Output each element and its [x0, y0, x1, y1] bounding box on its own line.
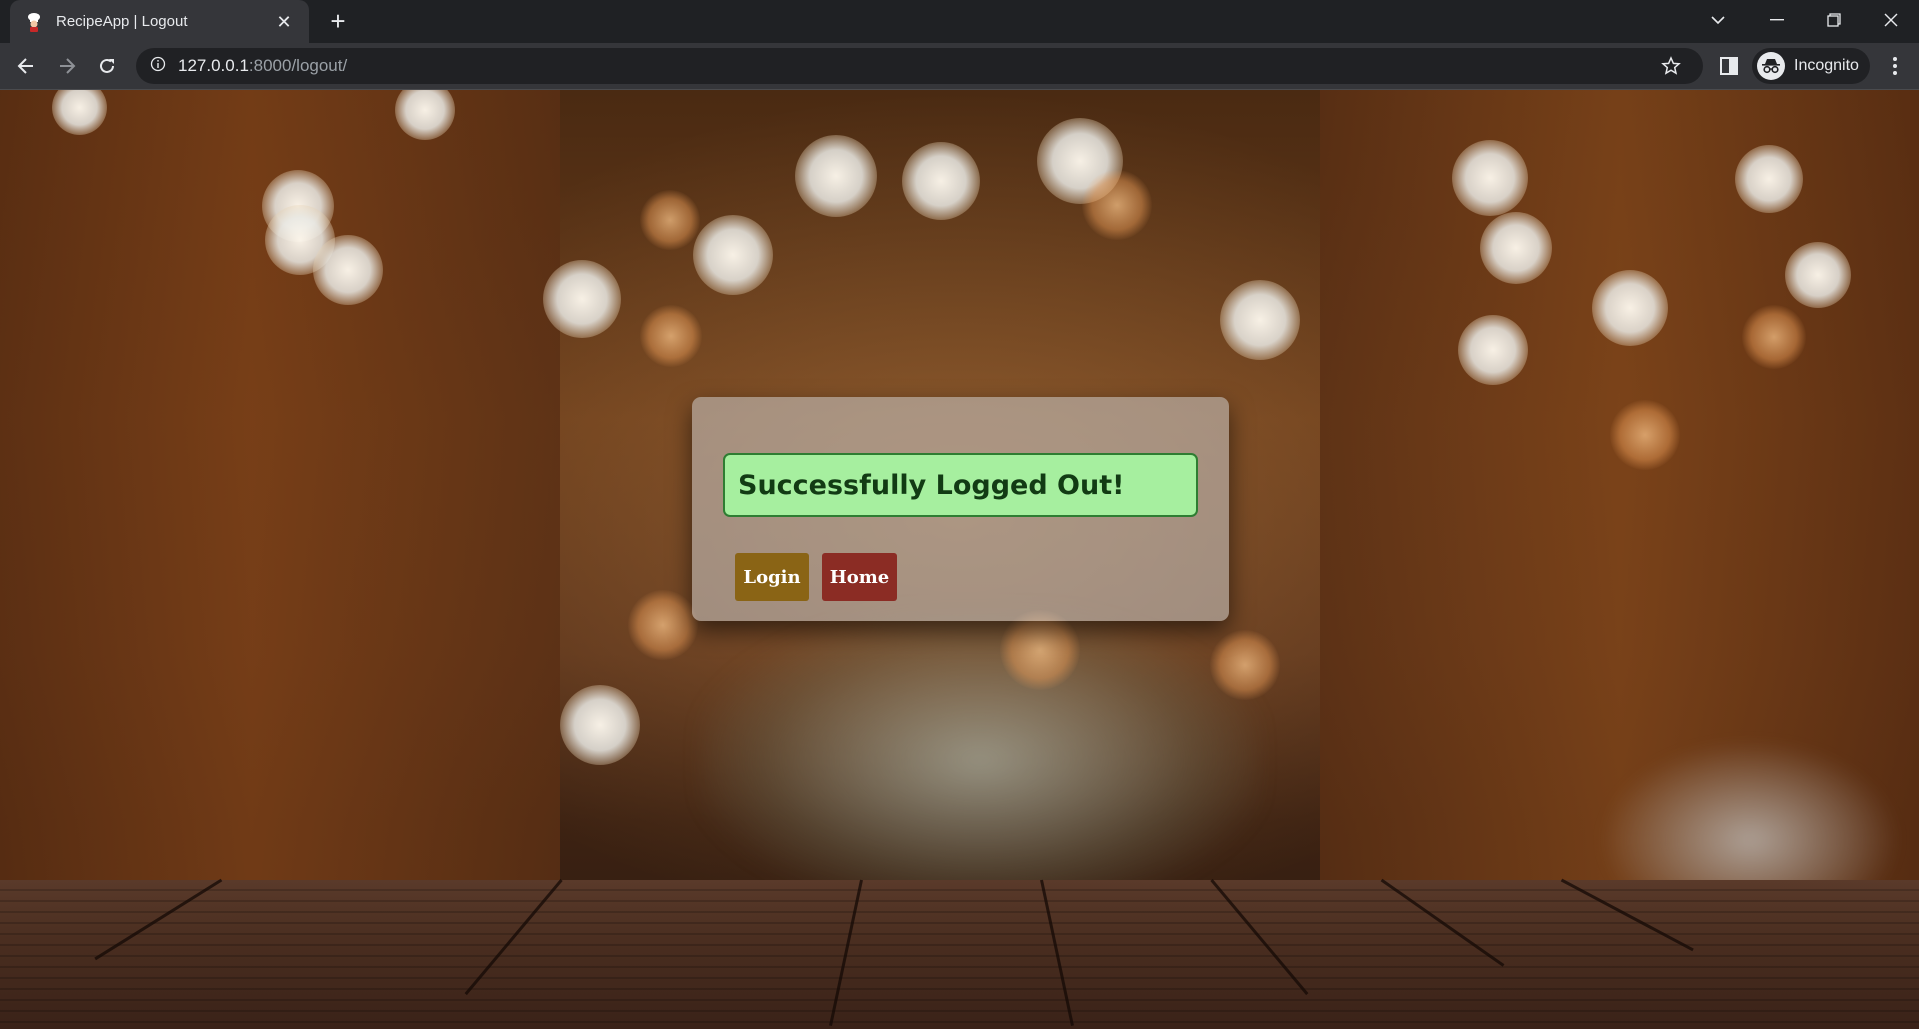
success-message: Successfully Logged Out! [738, 469, 1125, 501]
more-vert-icon[interactable] [1882, 53, 1908, 79]
incognito-icon [1757, 52, 1785, 80]
browser-tab[interactable]: RecipeApp | Logout ✕ [10, 0, 309, 43]
chevron-down-icon[interactable] [1690, 0, 1746, 40]
minimize-icon[interactable] [1749, 0, 1805, 40]
incognito-profile-button[interactable]: Incognito [1752, 48, 1870, 84]
close-icon[interactable]: ✕ [273, 11, 295, 33]
wooden-table-surface [0, 880, 1919, 1029]
chef-favicon-icon [24, 12, 44, 32]
background-window-glow [700, 610, 1260, 910]
plus-icon[interactable]: + [322, 6, 354, 38]
star-icon[interactable] [1661, 56, 1681, 81]
forward-arrow-icon[interactable] [51, 50, 83, 82]
url-host: 127.0.0.1 [178, 56, 249, 75]
reload-icon[interactable] [91, 50, 123, 82]
success-alert: Successfully Logged Out! [723, 453, 1198, 517]
back-arrow-icon[interactable] [10, 50, 42, 82]
side-panel-icon[interactable] [1716, 53, 1742, 84]
page-viewport: Successfully Logged Out! Login Home [0, 90, 1919, 1029]
info-icon[interactable] [150, 56, 166, 77]
window-close-icon[interactable] [1863, 0, 1919, 40]
tab-title: RecipeApp | Logout [56, 13, 188, 30]
login-button[interactable]: Login [735, 553, 809, 601]
home-button[interactable]: Home [822, 553, 897, 601]
url-path: :8000/logout/ [248, 56, 348, 75]
incognito-label: Incognito [1794, 57, 1859, 74]
browser-toolbar: 127.0.0.1:8000/logout/ Incognito [0, 43, 1919, 89]
restore-icon[interactable] [1806, 0, 1862, 40]
address-bar[interactable]: 127.0.0.1:8000/logout/ [136, 48, 1703, 84]
logout-card: Successfully Logged Out! Login Home [692, 397, 1229, 621]
tab-strip: RecipeApp | Logout ✕ + [0, 0, 1919, 43]
